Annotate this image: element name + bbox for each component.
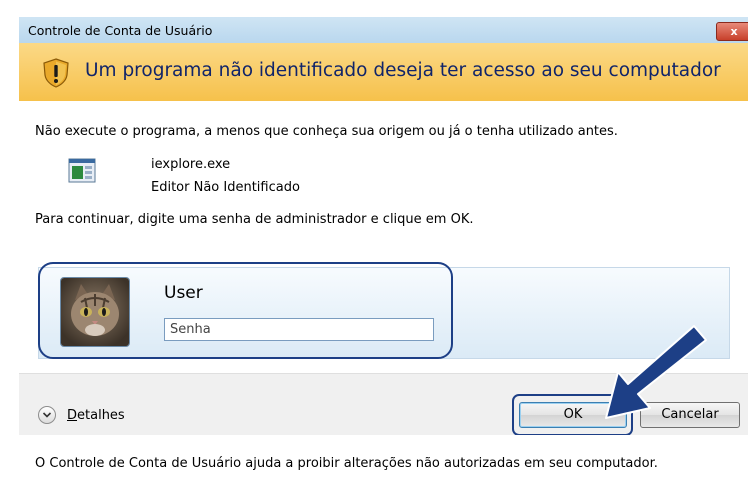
shield-warning-icon [43,58,69,88]
pointer-arrow-icon [605,325,707,419]
details-toggle-button[interactable] [38,406,56,424]
title-bar: Controle de Conta de Usuário x [19,17,748,43]
admin-prompt-text: Para continuar, digite uma senha de admi… [35,212,474,227]
instruction-text: Não execute o programa, a menos que conh… [35,124,618,139]
footer-text: O Controle de Conta de Usuário ajuda a p… [35,456,658,471]
password-field[interactable] [164,318,434,341]
chevron-down-icon [42,412,52,418]
user-avatar [60,277,130,347]
close-icon: x [730,25,738,38]
details-label-accesskey: D [67,408,78,423]
details-label[interactable]: Detalhes [67,408,125,423]
details-label-rest: etalhes [77,408,125,423]
program-publisher: Editor Não Identificado [151,180,300,195]
window-title: Controle de Conta de Usuário [28,23,213,38]
cat-avatar-icon [61,278,129,346]
warning-headline: Um programa não identificado deseja ter … [85,60,721,81]
program-name: iexplore.exe [151,157,231,172]
user-name: User [164,283,203,303]
close-button[interactable]: x [716,22,748,41]
program-icon [68,158,96,183]
warning-banner: Um programa não identificado deseja ter … [19,43,748,101]
